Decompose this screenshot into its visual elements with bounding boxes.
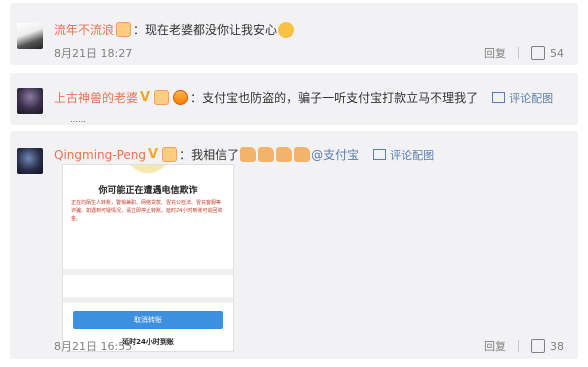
username[interactable]: Qingming-Peng xyxy=(54,148,146,162)
comment-actions: 回复 38 xyxy=(484,338,564,354)
member-badge-icon[interactable] xyxy=(162,147,178,162)
comment-image-link[interactable]: 评论配图 xyxy=(492,90,553,106)
thumbs-up-emoji-icon xyxy=(240,147,257,162)
thumbs-up-icon[interactable] xyxy=(531,46,545,60)
comment-card: Qingming-Peng V ：我相信了 @支付宝 评论配图 你可能正在遭遇电… xyxy=(10,131,578,359)
comment-actions: 回复 54 xyxy=(484,45,564,61)
like-count: 54 xyxy=(550,46,564,60)
divider xyxy=(63,297,233,303)
thumbs-up-emoji-icon xyxy=(258,147,275,162)
verified-v-icon: V xyxy=(140,90,151,105)
vip-badge-icon[interactable] xyxy=(173,90,189,105)
cropped-image-text: …… xyxy=(70,115,86,124)
comment-card: 流年不流浪 ：现在老婆都没你让我安心 8月21日 18:27 回复 54 xyxy=(10,3,578,65)
divider xyxy=(518,340,519,352)
thumbs-up-icon[interactable] xyxy=(531,339,545,353)
reply-button[interactable]: 回复 xyxy=(484,45,506,61)
comment-line: 上古神兽的老婆 V ：支付宝也防盗的，骗子一听支付宝打款立马不理我了 评论配图 xyxy=(54,89,553,106)
timestamp: 8月21日 18:27 xyxy=(54,47,133,60)
avatar[interactable] xyxy=(17,148,43,174)
cancel-transfer-button: 取消转账 xyxy=(73,311,223,329)
member-badge-icon[interactable] xyxy=(154,90,170,105)
thumbs-up-emoji-icon xyxy=(276,147,293,162)
comment-image-label: 评论配图 xyxy=(390,148,435,162)
comment-image-label: 评论配图 xyxy=(509,91,554,105)
screenshot-title: 你可能正在遭遇电信欺诈 xyxy=(98,186,198,196)
image-icon xyxy=(373,149,387,160)
divider xyxy=(518,47,519,59)
comment-line: Qingming-Peng V ：我相信了 @支付宝 评论配图 xyxy=(54,146,434,163)
comment-image-link[interactable]: 评论配图 xyxy=(373,147,434,163)
warning-graphic xyxy=(125,165,171,173)
comment-line: 流年不流浪 ：现在老婆都没你让我安心 xyxy=(54,21,295,38)
comment-card: 上古神兽的老婆 V ：支付宝也防盗的，骗子一听支付宝打款立马不理我了 评论配图 … xyxy=(10,73,578,125)
avatar[interactable] xyxy=(17,23,43,49)
verified-v-icon: V xyxy=(148,147,159,162)
comment-text: ：支付宝也防盗的，骗子一听支付宝打款立马不理我了 xyxy=(190,91,479,105)
screenshot-body: 正在向陌生人转账，警惕兼职、网络贷款、冒充公检法、冒充客服等诈骗。如遇到可疑情况… xyxy=(71,200,223,222)
username[interactable]: 流年不流浪 xyxy=(54,21,114,38)
reply-button[interactable]: 回复 xyxy=(484,338,506,354)
thumbs-up-emoji-icon xyxy=(294,147,311,162)
comment-screenshot-image[interactable]: 你可能正在遭遇电信欺诈 正在向陌生人转账，警惕兼职、网络贷款、冒充公检法、冒充客… xyxy=(62,164,234,352)
mention-link[interactable]: @支付宝 xyxy=(311,146,359,163)
image-icon xyxy=(492,92,506,103)
avatar[interactable] xyxy=(17,88,43,114)
member-badge-icon[interactable] xyxy=(116,22,132,37)
timestamp: 8月21日 16:55 xyxy=(54,340,133,353)
emoji-icon xyxy=(278,21,295,38)
comment-text: ：现在老婆都没你让我安心 xyxy=(133,23,278,37)
divider xyxy=(63,269,233,275)
username[interactable]: 上古神兽的老婆 xyxy=(54,89,138,106)
like-count: 38 xyxy=(550,339,564,353)
comment-text: ：我相信了 xyxy=(179,148,240,162)
